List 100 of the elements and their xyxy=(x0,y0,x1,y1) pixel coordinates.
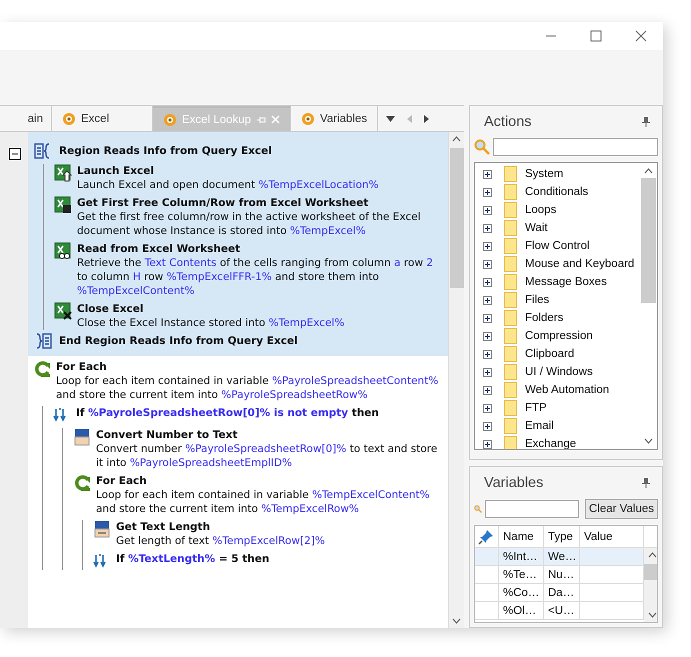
tree-item[interactable]: Compression xyxy=(525,330,593,342)
region-end-title: End Region Reads Info from Query Excel xyxy=(59,335,298,347)
table-row[interactable]: %Te… Nu… xyxy=(475,566,644,584)
search-field[interactable] xyxy=(493,138,658,156)
scrollbar[interactable] xyxy=(448,132,464,628)
folder-icon xyxy=(504,202,517,218)
column-header[interactable]: Value xyxy=(580,526,644,547)
scroll-down-icon[interactable] xyxy=(648,612,656,618)
column-header[interactable]: Type xyxy=(544,526,580,547)
folder-icon xyxy=(504,292,517,308)
step-description: Loop for each item contained in variable %TempExcelContent% and store the current item into %TempExcelRow% xyxy=(96,488,431,516)
expand-icon[interactable] xyxy=(483,404,492,412)
step-description: Get the first free column/row in the active worksheet of the Excel document whose Instance is stored into %TempExcel% xyxy=(77,210,422,238)
scroll-right-icon[interactable] xyxy=(424,114,430,122)
step-description: Launch Excel and open document %TempExcelLocation% xyxy=(77,178,379,192)
step-title: If %PayroleSpreadsheetRow[0]% is not empty then xyxy=(76,406,379,420)
tree-item[interactable]: Clipboard xyxy=(525,348,574,360)
document-tab[interactable]: Variables xyxy=(291,106,378,131)
table-cell: <U… xyxy=(544,602,580,619)
tree-item[interactable]: UI / Windows xyxy=(525,366,593,378)
folder-icon xyxy=(504,400,517,416)
scroll-down-icon[interactable] xyxy=(644,438,653,444)
folder-icon xyxy=(504,184,517,200)
tree-item[interactable]: System xyxy=(525,168,564,180)
step-description: Get length of text %TempExcelRow[2]% xyxy=(116,534,325,548)
scroll-down-icon[interactable] xyxy=(452,618,461,624)
table-cell: We… xyxy=(544,548,580,565)
expand-icon[interactable] xyxy=(483,296,492,304)
step-title: Read from Excel Worksheet xyxy=(77,242,242,256)
dropdown-icon[interactable] xyxy=(386,116,396,122)
scrollbar-thumb[interactable] xyxy=(641,178,656,303)
search-icon xyxy=(474,139,490,155)
step-description: Retrieve the Text Contents of the cells ranging from column a row 2 to column H row %TempExcelFFR-1% and store them into %TempExcelContent% xyxy=(77,256,434,298)
column-header[interactable]: Name xyxy=(499,526,544,547)
close-icon[interactable] xyxy=(635,30,647,42)
pushpin-icon[interactable] xyxy=(478,528,494,544)
folder-icon xyxy=(504,220,517,236)
expand-icon[interactable] xyxy=(483,440,492,448)
panel-title: Actions xyxy=(484,114,532,130)
collapse-icon[interactable] xyxy=(9,148,21,160)
tree-item[interactable]: Message Boxes xyxy=(525,276,607,288)
step-title: Get First Free Column/Row from Excel Worksheet xyxy=(77,196,370,210)
step-title: If %TextLength% = 5 then xyxy=(116,552,270,566)
expand-icon[interactable] xyxy=(483,260,492,268)
tree-item[interactable]: Loops xyxy=(525,204,556,216)
table-row[interactable]: %Co… Da… xyxy=(475,584,644,602)
expand-icon[interactable] xyxy=(483,188,492,196)
region-block[interactable] xyxy=(28,132,448,356)
scrollbar-thumb[interactable] xyxy=(644,564,657,580)
pin-icon[interactable] xyxy=(642,478,650,488)
scroll-up-icon[interactable] xyxy=(648,552,656,558)
tree-item[interactable]: Flow Control xyxy=(525,240,590,252)
clear-values-button[interactable]: Clear Values xyxy=(585,499,658,519)
expand-icon[interactable] xyxy=(483,224,492,232)
scrollbar-thumb[interactable] xyxy=(450,148,464,288)
loop-arrow-icon xyxy=(33,360,51,378)
pin-icon[interactable] xyxy=(642,117,650,127)
tree-item[interactable]: Folders xyxy=(525,312,564,324)
folder-icon xyxy=(504,382,517,398)
step-description: Loop for each item contained in variable %PayroleSpreadsheetContent% and store the current item into %PayroleSpreadsheetRow% xyxy=(56,374,440,402)
expand-icon[interactable] xyxy=(483,170,492,178)
folder-icon xyxy=(504,346,517,362)
table-cell: %Te… xyxy=(499,566,544,583)
document-tab[interactable]: ain xyxy=(0,106,52,131)
step-title: Get Text Length xyxy=(116,520,212,534)
expand-icon[interactable] xyxy=(483,278,492,286)
maximize-icon[interactable] xyxy=(590,30,602,42)
region-start-icon xyxy=(34,142,52,160)
step-title: Launch Excel xyxy=(77,164,155,178)
scroll-up-icon[interactable] xyxy=(644,168,653,174)
scrollbar[interactable] xyxy=(644,548,657,622)
table-row[interactable]: %Int… We… xyxy=(475,548,644,566)
expand-icon[interactable] xyxy=(483,422,492,430)
tree-item[interactable]: Wait xyxy=(525,222,548,234)
step-title: For Each xyxy=(96,474,148,488)
spreadsheet-icon xyxy=(54,302,72,320)
folder-icon xyxy=(504,418,517,434)
region-title: Region Reads Info from Query Excel xyxy=(59,145,272,157)
expand-icon[interactable] xyxy=(483,386,492,394)
table-row[interactable]: %Ol… <U… xyxy=(475,602,644,620)
folder-icon xyxy=(504,256,517,272)
tree-item[interactable]: FTP xyxy=(525,402,547,414)
tree-item[interactable]: Mouse and Keyboard xyxy=(525,258,634,270)
expand-icon[interactable] xyxy=(483,242,492,250)
folder-icon xyxy=(504,166,517,182)
tree-item[interactable]: Files xyxy=(525,294,550,306)
expand-icon[interactable] xyxy=(483,368,492,376)
expand-icon[interactable] xyxy=(483,206,492,214)
tree-item[interactable]: Conditionals xyxy=(525,186,588,198)
region-end-icon xyxy=(34,332,52,350)
tree-item[interactable]: Web Automation xyxy=(525,384,610,396)
panel-title: Variables xyxy=(484,475,544,491)
scroll-up-icon[interactable] xyxy=(452,136,461,142)
expand-icon[interactable] xyxy=(483,314,492,322)
tree-item[interactable]: Email xyxy=(525,420,554,432)
folder-icon xyxy=(504,328,517,344)
search-field[interactable] xyxy=(485,500,579,518)
folder-icon xyxy=(504,436,517,449)
expand-icon[interactable] xyxy=(483,350,492,358)
expand-icon[interactable] xyxy=(483,332,492,340)
